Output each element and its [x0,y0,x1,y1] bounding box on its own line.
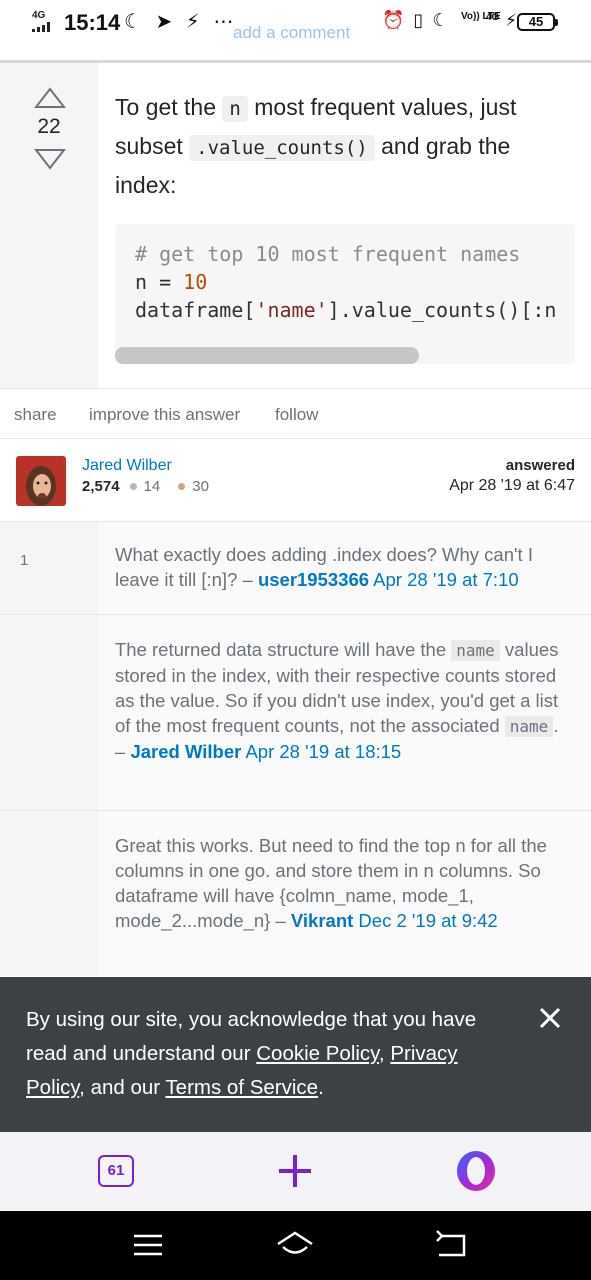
upvote-icon[interactable] [34,87,66,109]
comment-user-link[interactable]: Vikrant [291,910,353,931]
reputation-score: 2,574 [82,478,120,495]
cookie-body: . [318,1076,324,1099]
avatar[interactable] [16,456,66,506]
vote-column: 22 [0,63,98,388]
user-reputation: 2,574 14 30 [82,478,209,495]
cookie-banner: By using our site, you acknowledge that … [0,977,591,1132]
inline-code: .value_counts() [189,135,375,161]
code-line: # get top 10 most frequent names [135,242,520,266]
comment-user-link[interactable]: user1953366 [258,569,369,590]
inline-code: n [222,96,248,122]
charging-icon: ⚡ [505,11,517,30]
bronze-badge-icon [178,482,186,490]
silver-badge-count: 14 [143,478,161,495]
network-type-right: 4G [486,12,500,23]
code-block[interactable]: # get top 10 most frequent names n = 10 … [115,224,575,364]
tabs-button[interactable]: 61 [98,1155,134,1187]
code-number: 10 [183,270,208,294]
code-comment: # get top 10 most frequent names [135,242,521,266]
home-icon[interactable] [275,1228,315,1262]
network-type: 4G [32,10,46,21]
comment-date-link[interactable]: Dec 2 '19 at 9:42 [358,910,497,931]
comment: 1 What exactly does adding .index does? … [0,522,591,615]
cookie-text: By using our site, you acknowledge that … [26,1003,516,1105]
system-nav-bar [0,1211,591,1280]
bronze-badge-count: 30 [192,478,209,495]
notification-icons: ☾ ➤ ⚡ ⋯ [124,11,238,33]
user-name-link[interactable]: Jared Wilber [82,457,172,475]
comment: The returned data structure will have th… [0,615,591,811]
comments-list: 1 What exactly does adding .index does? … [0,522,591,976]
cookie-body: , [378,1042,391,1065]
status-bar: 4G 15:14 ☾ ➤ ⚡ ⋯ add a comment ⏰ ▯ ☾ Vo)… [0,0,591,60]
downvote-icon[interactable] [34,148,66,170]
code-scrollbar[interactable] [115,347,419,364]
back-icon[interactable] [431,1228,471,1262]
battery-icon: 45 [517,13,558,31]
answer-body: To get the n most frequent values, just … [115,89,575,204]
code-text: dataframe[ [135,298,256,322]
close-icon[interactable] [533,1001,567,1035]
opera-menu-icon[interactable] [454,1149,498,1193]
comment-text: What exactly does adding .index does? Wh… [115,542,565,592]
comment-text: The returned data structure will have th… [115,637,565,764]
terms-of-service-link[interactable]: Terms of Service [165,1076,318,1099]
code-text: n = [135,270,184,294]
comment-date-link[interactable]: Apr 28 '19 at 18:15 [245,741,401,762]
answer-text: To get the [115,94,223,120]
code-string: 'name' [255,298,328,322]
code-line: n = 10 [135,270,207,294]
code-line: dataframe['name'].value_counts()[:n [135,298,556,322]
follow-link[interactable]: follow [275,405,318,425]
plus-icon[interactable] [276,1152,314,1190]
share-link[interactable]: share [14,405,57,425]
answer-actions: share improve this answer follow [0,388,591,438]
user-card: Jared Wilber 2,574 14 30 answered Apr 28 '… [0,438,591,522]
menu-icon[interactable] [128,1228,168,1262]
answered-label: answered [505,457,575,474]
comment-code: name [504,716,554,737]
code-text: ].value_counts()[:n [327,298,557,322]
comment-body: The returned data structure will have th… [115,639,452,660]
comment-score: 1 [20,552,29,569]
silver-badge-icon [129,482,137,490]
add-comment-overlay-text: add a comment [233,23,351,42]
comment-date-link[interactable]: Apr 28 '19 at 7:10 [373,569,518,590]
comment: Great this works. But need to find the t… [0,811,591,976]
clock: 15:14 [64,10,121,35]
comment-text: Great this works. But need to find the t… [115,833,565,933]
status-icons: ⏰ ▯ ☾ [382,10,451,30]
vote-count: 22 [37,115,61,138]
improve-answer-link[interactable]: improve this answer [89,405,240,425]
browser-toolbar: 61 [0,1132,591,1211]
cookie-body: , and our [79,1076,166,1099]
answered-date: Apr 28 '19 at 6:47 [449,477,575,494]
comment-user-link[interactable]: Jared Wilber [130,741,241,762]
answer: 22 To get the n most frequent values, ju… [0,63,591,388]
signal-icon [32,22,52,32]
comment-code: name [451,640,500,661]
cookie-policy-link[interactable]: Cookie Policy [256,1042,379,1065]
